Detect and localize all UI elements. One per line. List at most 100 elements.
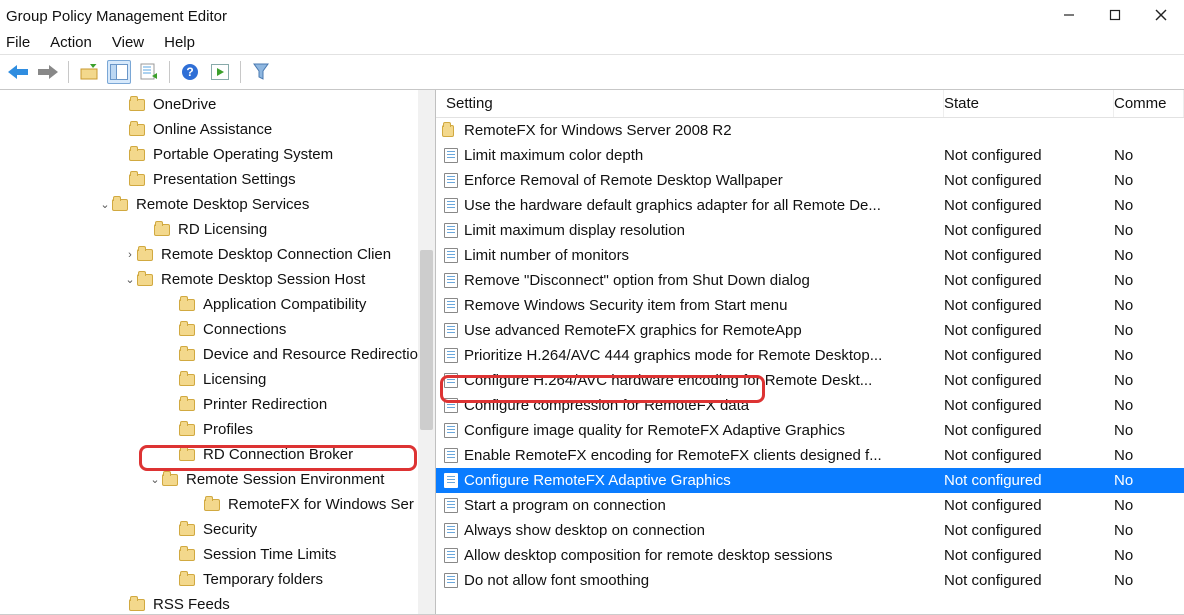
list-row[interactable]: Prioritize H.264/AVC 444 graphics mode f… (436, 343, 1184, 368)
list-row[interactable]: RemoteFX for Windows Server 2008 R2 (436, 118, 1184, 143)
tree-item[interactable]: ⌄ Remote Desktop Session Host (0, 267, 418, 292)
tree-item[interactable]: Portable Operating System (0, 142, 418, 167)
list-row[interactable]: Start a program on connectionNot configu… (436, 493, 1184, 518)
folder-icon (179, 324, 195, 336)
setting-name: Limit maximum color depth (464, 147, 944, 164)
list-row[interactable]: Always show desktop on connectionNot con… (436, 518, 1184, 543)
policy-setting-icon (442, 398, 460, 413)
tree-item[interactable]: Printer Redirection (0, 392, 418, 417)
setting-comment: No (1114, 297, 1184, 314)
list-row[interactable]: Use the hardware default graphics adapte… (436, 193, 1184, 218)
export-button[interactable] (137, 60, 161, 84)
tree-item[interactable]: Licensing (0, 367, 418, 392)
tree-item[interactable]: › Remote Desktop Connection Clien (0, 242, 418, 267)
filter-button[interactable] (249, 60, 273, 84)
tree-item-label: Remote Desktop Connection Clien (161, 246, 391, 263)
tree-view[interactable]: OneDriveOnline AssistancePortable Operat… (0, 90, 418, 614)
folder-icon (129, 149, 145, 161)
tree-item-label: Remote Desktop Session Host (161, 271, 365, 288)
tree-item[interactable]: Connections (0, 317, 418, 342)
setting-comment: No (1114, 522, 1184, 539)
setting-name: Remove "Disconnect" option from Shut Dow… (464, 272, 944, 289)
forward-button[interactable] (36, 60, 60, 84)
toolbar: ? (0, 54, 1184, 90)
setting-comment: No (1114, 497, 1184, 514)
menu-view[interactable]: View (112, 34, 144, 51)
tree-item[interactable]: Online Assistance (0, 117, 418, 142)
tree-item-label: Application Compatibility (203, 296, 366, 313)
tree-item[interactable]: Security (0, 517, 418, 542)
tree-item[interactable]: Presentation Settings (0, 167, 418, 192)
list-row[interactable]: Configure image quality for RemoteFX Ada… (436, 418, 1184, 443)
setting-state: Not configured (944, 572, 1114, 589)
window-title: Group Policy Management Editor (6, 6, 227, 25)
tree-item[interactable]: RSS Feeds (0, 592, 418, 614)
setting-name: Configure compression for RemoteFX data (464, 397, 944, 414)
column-header-comment[interactable]: Comme (1114, 90, 1184, 117)
folder-icon (204, 499, 220, 511)
list-row[interactable]: Limit number of monitorsNot configuredNo (436, 243, 1184, 268)
chevron-right-icon[interactable]: › (123, 249, 137, 261)
tree-item[interactable]: RemoteFX for Windows Ser (0, 492, 418, 517)
list-row[interactable]: Remove Windows Security item from Start … (436, 293, 1184, 318)
separator (240, 61, 241, 83)
setting-comment: No (1114, 197, 1184, 214)
menu-file[interactable]: File (6, 34, 30, 51)
menu-action[interactable]: Action (50, 34, 92, 51)
tree-item[interactable]: Session Time Limits (0, 542, 418, 567)
list-row[interactable]: Do not allow font smoothingNot configure… (436, 568, 1184, 593)
folder-icon (129, 124, 145, 136)
column-header-state[interactable]: State (944, 90, 1114, 117)
tree-item[interactable]: OneDrive (0, 92, 418, 117)
list-row[interactable]: Limit maximum display resolutionNot conf… (436, 218, 1184, 243)
chevron-down-icon[interactable]: ⌄ (98, 198, 112, 211)
scrollbar-thumb[interactable] (420, 250, 433, 430)
minimize-button[interactable] (1046, 0, 1092, 30)
chevron-down-icon[interactable]: ⌄ (123, 273, 137, 286)
list-row[interactable]: Configure compression for RemoteFX dataN… (436, 393, 1184, 418)
list-row[interactable]: Configure RemoteFX Adaptive GraphicsNot … (436, 468, 1184, 493)
properties-button[interactable] (208, 60, 232, 84)
setting-state: Not configured (944, 297, 1114, 314)
tree-item[interactable]: RD Licensing (0, 217, 418, 242)
chevron-down-icon[interactable]: ⌄ (148, 473, 162, 486)
close-button[interactable] (1138, 0, 1184, 30)
maximize-icon (1109, 9, 1121, 21)
list-row[interactable]: Enable RemoteFX encoding for RemoteFX cl… (436, 443, 1184, 468)
help-button[interactable]: ? (178, 60, 202, 84)
tree-item-label: Remote Session Environment (186, 471, 384, 488)
separator (169, 61, 170, 83)
back-button[interactable] (6, 60, 30, 84)
tree-item[interactable]: ⌄ Remote Session Environment (0, 467, 418, 492)
list-row[interactable]: Configure H.264/AVC hardware encoding fo… (436, 368, 1184, 393)
setting-state: Not configured (944, 172, 1114, 189)
tree-item[interactable]: Application Compatibility (0, 292, 418, 317)
list-row[interactable]: Limit maximum color depthNot configuredN… (436, 143, 1184, 168)
tree-item-label: Licensing (203, 371, 266, 388)
tree-item[interactable]: Device and Resource Redirectio (0, 342, 418, 367)
menubar: File Action View Help (0, 30, 1184, 54)
setting-comment: No (1114, 272, 1184, 289)
arrow-left-icon (8, 65, 28, 79)
tree-item[interactable]: Profiles (0, 417, 418, 442)
menu-help[interactable]: Help (164, 34, 195, 51)
policy-setting-icon (442, 523, 460, 538)
setting-name: Use advanced RemoteFX graphics for Remot… (464, 322, 944, 339)
policy-setting-icon (442, 323, 460, 338)
tree-item[interactable]: ⌄Remote Desktop Services (0, 192, 418, 217)
show-hide-tree-button[interactable] (107, 60, 131, 84)
list-row[interactable]: Enforce Removal of Remote Desktop Wallpa… (436, 168, 1184, 193)
tree-item[interactable]: Temporary folders (0, 567, 418, 592)
maximize-button[interactable] (1092, 0, 1138, 30)
policy-setting-icon (442, 373, 460, 388)
column-header-setting[interactable]: Setting (436, 90, 944, 117)
list-body[interactable]: RemoteFX for Windows Server 2008 R2Limit… (436, 118, 1184, 593)
tree-scrollbar[interactable] (418, 90, 435, 614)
list-row[interactable]: Use advanced RemoteFX graphics for Remot… (436, 318, 1184, 343)
tree-item[interactable]: RD Connection Broker (0, 442, 418, 467)
tree-item-label: RSS Feeds (153, 596, 230, 613)
up-button[interactable] (77, 60, 101, 84)
close-icon (1155, 9, 1167, 21)
list-row[interactable]: Remove "Disconnect" option from Shut Dow… (436, 268, 1184, 293)
list-row[interactable]: Allow desktop composition for remote des… (436, 543, 1184, 568)
